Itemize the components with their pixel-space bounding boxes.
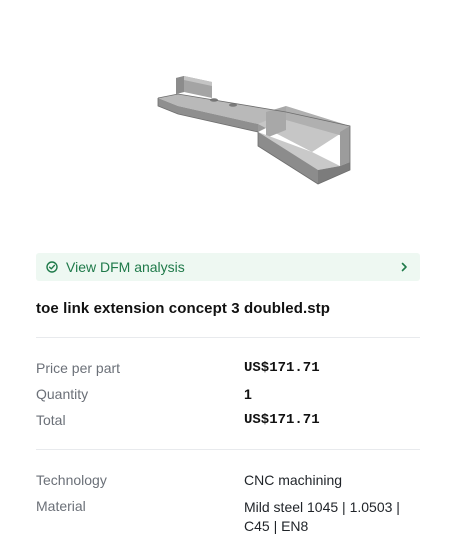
divider (36, 337, 420, 338)
technology-value: CNC machining (244, 472, 343, 488)
total-label: Total (36, 412, 66, 428)
price-per-part-label: Price per part (36, 360, 121, 376)
view-dfm-analysis-label: View DFM analysis (66, 259, 185, 275)
material-value: Mild steel 1045 | 1.0503 | C45 | EN8 (244, 499, 400, 534)
check-circle-icon (46, 261, 58, 273)
part-model-image (157, 76, 351, 185)
quote-item-panel: View DFM analysis toe link extension con… (0, 0, 469, 538)
view-dfm-analysis-button[interactable]: View DFM analysis (36, 253, 420, 281)
file-name-title: toe link extension concept 3 doubled.stp (36, 300, 331, 317)
quantity-value: 1 (244, 386, 252, 402)
technology-label: Technology (36, 472, 107, 488)
divider (36, 449, 420, 450)
total-value: US$171.71 (244, 412, 320, 428)
quantity-label: Quantity (36, 386, 89, 402)
part-3d-preview[interactable] (36, 20, 420, 238)
chevron-right-icon (401, 262, 407, 272)
material-label: Material (36, 498, 86, 514)
price-per-part-value: US$171.71 (244, 360, 320, 376)
